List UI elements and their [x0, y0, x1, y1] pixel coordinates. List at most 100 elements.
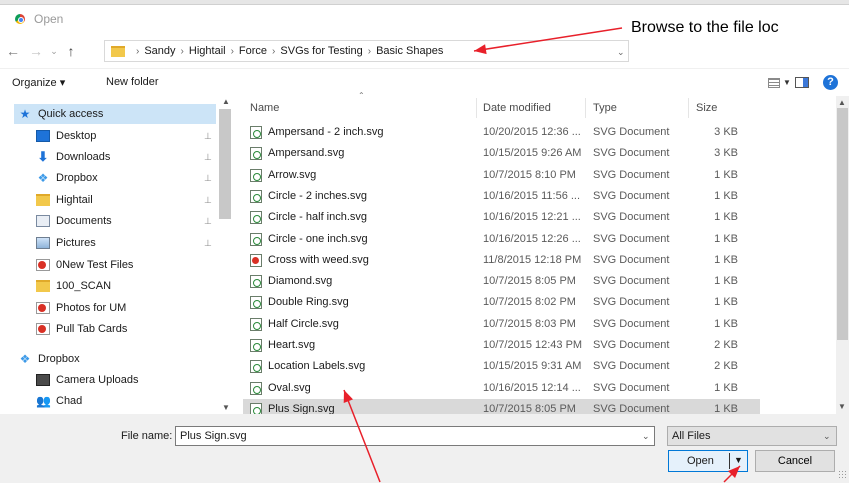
svg-file-icon — [250, 402, 262, 414]
file-type: SVG Document — [593, 168, 670, 181]
file-size: 1 KB — [714, 189, 738, 202]
file-row[interactable]: Circle - one inch.svg 10/16/2015 12:26 ..… — [243, 229, 760, 249]
file-size: 1 KB — [714, 168, 738, 181]
file-type: SVG Document — [593, 317, 670, 330]
svg-file-icon — [250, 339, 262, 352]
file-name: Plus Sign.svg — [268, 402, 335, 414]
open-button[interactable]: Open ▼ — [668, 450, 748, 472]
scroll-down-icon[interactable]: ▼ — [838, 402, 846, 411]
file-date: 11/8/2015 12:18 PM — [483, 253, 582, 266]
cancel-button[interactable]: Cancel — [755, 450, 835, 472]
file-type: SVG Document — [593, 126, 670, 138]
file-name: Half Circle.svg — [268, 317, 339, 330]
file-name: Circle - one inch.svg — [268, 232, 368, 245]
file-list-scrollbar-thumb[interactable] — [837, 108, 848, 340]
file-list: Ampersand - 2 inch.svg 10/20/2015 12:36 .… — [0, 0, 849, 414]
file-size: 1 KB — [714, 402, 738, 414]
svg-file-icon — [250, 253, 262, 267]
file-date: 10/7/2015 8:03 PM — [483, 317, 576, 330]
svg-file-icon — [250, 317, 262, 331]
file-type: SVG Document — [593, 147, 670, 160]
file-row[interactable]: Diamond.svg 10/7/2015 8:05 PM SVG Document… — [243, 271, 760, 291]
file-row[interactable]: Ampersand.svg 10/15/2015 9:26 AM SVG Docum… — [243, 143, 760, 163]
file-row[interactable]: Circle - 2 inches.svg 10/16/2015 11:56 ..… — [243, 186, 760, 206]
svg-file-icon — [250, 189, 262, 203]
svg-file-icon — [250, 296, 262, 310]
file-size: 3 KB — [714, 126, 738, 138]
file-name: Circle - half inch.svg — [268, 211, 368, 224]
file-size: 1 KB — [714, 381, 738, 394]
svg-file-icon — [250, 126, 262, 139]
file-type: SVG Document — [593, 339, 670, 351]
file-row[interactable]: Oval.svg 10/16/2015 12:14 ... SVG Document… — [243, 378, 760, 398]
file-size: 1 KB — [714, 232, 738, 245]
file-type-filter[interactable]: All Files — [667, 426, 837, 446]
svg-file-icon — [250, 381, 262, 395]
file-type: SVG Document — [593, 275, 670, 288]
file-name: Ampersand.svg — [268, 147, 345, 160]
open-split-divider — [729, 453, 730, 469]
file-row[interactable]: Double Ring.svg 10/7/2015 8:02 PM SVG Docu… — [243, 292, 760, 312]
file-date: 10/7/2015 8:05 PM — [483, 402, 576, 414]
file-type: SVG Document — [593, 232, 670, 245]
svg-file-icon — [250, 232, 262, 246]
file-type: SVG Document — [593, 402, 670, 414]
file-name: Oval.svg — [268, 381, 311, 394]
file-date: 10/20/2015 12:36 ... — [483, 126, 581, 138]
file-type: SVG Document — [593, 211, 670, 224]
file-name: Heart.svg — [268, 339, 316, 351]
file-name: Cross with weed.svg — [268, 253, 369, 266]
file-row[interactable]: Plus Sign.svg 10/7/2015 8:05 PM SVG Docume… — [243, 398, 760, 414]
file-date: 10/7/2015 8:02 PM — [483, 296, 576, 309]
svg-file-icon — [250, 360, 262, 374]
file-date: 10/16/2015 12:14 ... — [483, 381, 581, 394]
file-date: 10/7/2015 8:10 PM — [483, 168, 576, 181]
file-name-label: File name: — [121, 430, 173, 442]
svg-file-icon — [250, 211, 262, 225]
svg-file-icon — [250, 147, 262, 161]
file-name: Circle - 2 inches.svg — [268, 189, 368, 202]
file-size: 2 KB — [714, 339, 738, 351]
file-row[interactable]: Circle - half inch.svg 10/16/2015 12:21 .… — [243, 207, 760, 227]
file-row[interactable]: Ampersand - 2 inch.svg 10/20/2015 12:36 .… — [243, 122, 760, 142]
file-type: SVG Document — [593, 189, 670, 202]
file-row[interactable]: Location Labels.svg 10/15/2015 9:31 AM SVG… — [243, 356, 760, 376]
file-type: SVG Document — [593, 253, 670, 266]
file-type: SVG Document — [593, 360, 670, 373]
file-row[interactable]: Cross with weed.svg 11/8/2015 12:18 PM SVG… — [243, 250, 760, 270]
file-name: Double Ring.svg — [268, 296, 349, 309]
file-date: 10/15/2015 9:31 AM — [483, 360, 582, 373]
file-date: 10/16/2015 12:21 ... — [483, 211, 581, 224]
file-size: 1 KB — [714, 253, 738, 266]
file-name: Arrow.svg — [268, 168, 317, 181]
file-size: 1 KB — [714, 317, 738, 330]
svg-file-icon — [250, 275, 262, 289]
file-type-filter-value: All Files — [672, 430, 711, 442]
file-name-dropdown-icon[interactable]: ⌄ — [642, 431, 650, 442]
open-dropdown-icon[interactable]: ▼ — [734, 455, 743, 465]
resize-grip-icon[interactable] — [838, 470, 846, 478]
footer-panel — [0, 414, 849, 483]
filter-chevron-icon[interactable]: ⌄ — [823, 431, 831, 442]
file-name: Location Labels.svg — [268, 360, 366, 373]
file-date: 10/7/2015 8:05 PM — [483, 275, 576, 288]
file-date: 10/16/2015 12:26 ... — [483, 232, 581, 245]
file-row[interactable]: Half Circle.svg 10/7/2015 8:03 PM SVG Docu… — [243, 314, 760, 334]
svg-file-icon — [250, 168, 262, 182]
file-name-input[interactable] — [175, 426, 655, 446]
file-type: SVG Document — [593, 381, 670, 394]
file-date: 10/15/2015 9:26 AM — [483, 147, 582, 160]
file-date: 10/7/2015 12:43 PM — [483, 339, 583, 351]
file-size: 1 KB — [714, 296, 738, 309]
file-size: 1 KB — [714, 211, 738, 224]
file-size: 1 KB — [714, 275, 738, 288]
file-date: 10/16/2015 11:56 ... — [483, 189, 581, 202]
file-row[interactable]: Heart.svg 10/7/2015 12:43 PM SVG Document 2… — [243, 335, 760, 355]
file-name: Diamond.svg — [268, 275, 333, 288]
file-size: 2 KB — [714, 360, 738, 373]
file-size: 3 KB — [714, 147, 738, 160]
file-type: SVG Document — [593, 296, 670, 309]
scroll-up-icon[interactable]: ▲ — [838, 98, 846, 107]
file-name: Ampersand - 2 inch.svg — [268, 126, 384, 138]
file-row[interactable]: Arrow.svg 10/7/2015 8:10 PM SVG Document 1 … — [243, 165, 760, 185]
